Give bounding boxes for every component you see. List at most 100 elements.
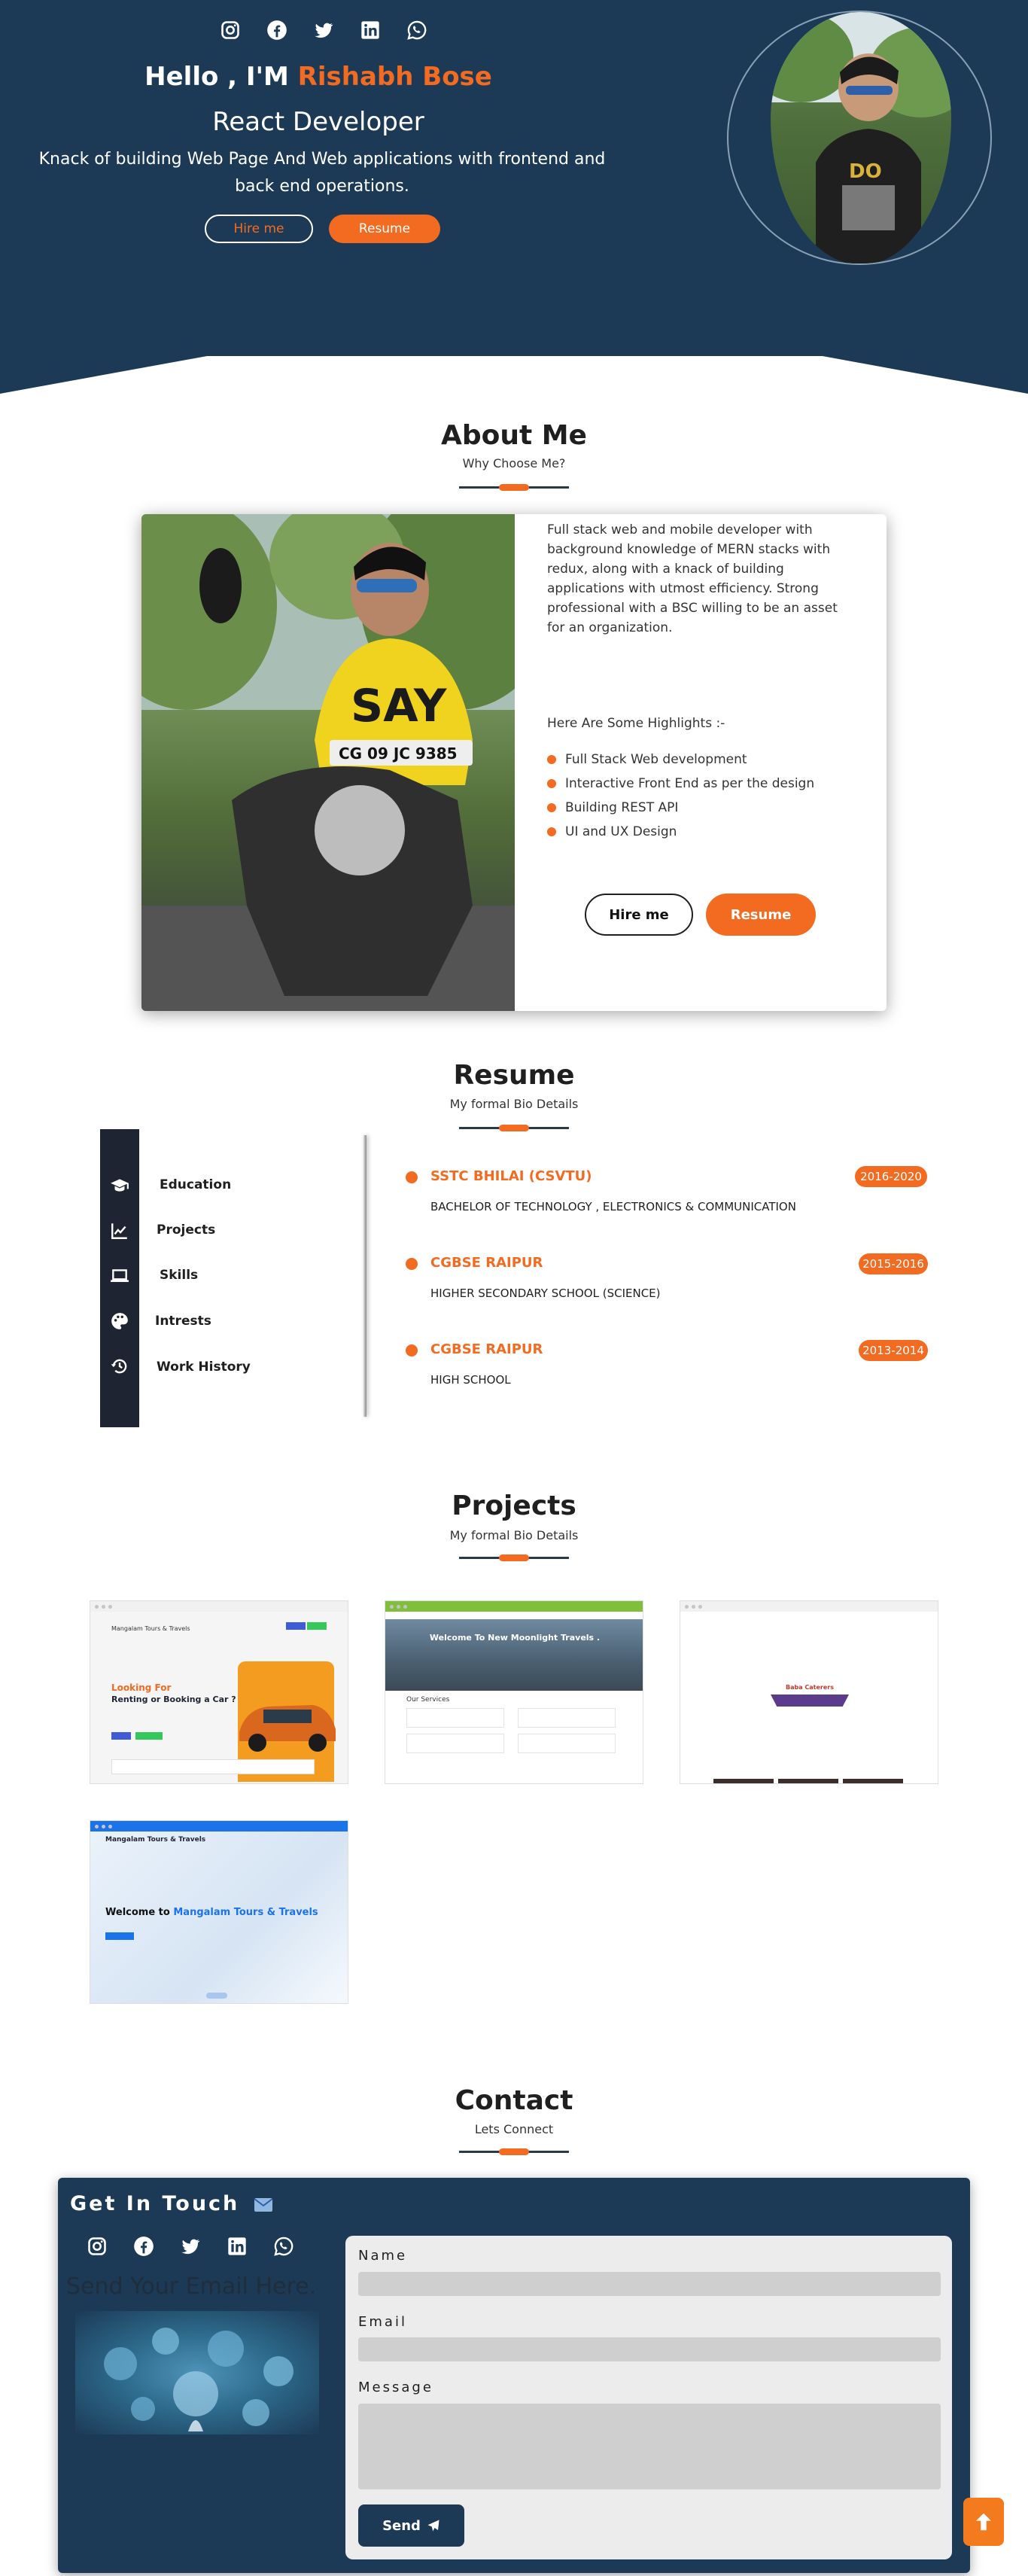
resume-title-underline — [459, 1125, 569, 1131]
projects-subtitle: My formal Bio Details — [449, 1528, 579, 1542]
about-highlights-list: Full Stack Web development Interactive F… — [547, 748, 814, 844]
bullet-icon — [547, 755, 556, 764]
hero-avatar-photo: DO — [771, 12, 951, 263]
project-search-strip — [111, 1759, 315, 1774]
timeline-dot — [406, 1258, 418, 1270]
about-subtitle: Why Choose Me? — [462, 456, 566, 470]
hero-avatar-ring: DO — [727, 11, 992, 265]
hero-wave-divider — [0, 356, 1028, 403]
resume-subtitle: My formal Bio Details — [449, 1097, 579, 1111]
facebook-icon[interactable] — [133, 2236, 154, 2257]
education-institute: CGBSE RAIPUR — [430, 1255, 543, 1271]
hero-resume-button[interactable]: Resume — [329, 215, 440, 243]
bullet-icon — [547, 827, 556, 836]
food-thumb — [778, 1779, 838, 1783]
about-resume-button[interactable]: Resume — [706, 894, 816, 936]
svg-text:CG 09 JC 9385: CG 09 JC 9385 — [339, 744, 458, 763]
bullet-icon — [547, 779, 556, 788]
whatsapp-icon[interactable] — [273, 2236, 294, 2257]
contact-title: Contact — [455, 2085, 573, 2116]
twitter-icon[interactable] — [180, 2236, 201, 2257]
resume-menu-projects[interactable]: Projects — [157, 1223, 215, 1238]
project-services-label: Our Services — [406, 1696, 450, 1704]
laptop-icon[interactable] — [107, 1263, 132, 1289]
project-card-moonlight-travels[interactable]: Welcome To New Moonlight Travels . Our S… — [385, 1600, 643, 1784]
list-item: Full Stack Web development — [547, 748, 814, 772]
graduation-cap-icon[interactable] — [107, 1173, 132, 1198]
caterers-ribbon — [771, 1694, 849, 1707]
project-heading-1: Looking For — [111, 1682, 172, 1693]
contact-card-title-text: Get In Touch — [70, 2192, 240, 2215]
project-card-mangalam-travels[interactable]: Mangalam Tours & Travels Welcome to Mang… — [90, 1820, 348, 2004]
message-label: Message — [358, 2380, 433, 2395]
facebook-icon[interactable] — [266, 20, 287, 41]
resume-menu-intrests[interactable]: Intrests — [155, 1314, 211, 1329]
timeline-dot — [406, 1344, 418, 1357]
hero-role: React Developer — [212, 107, 424, 137]
list-item: Building REST API — [547, 796, 814, 820]
resume-menu-education[interactable]: Education — [160, 1177, 231, 1192]
email-input[interactable] — [358, 2337, 941, 2361]
send-button[interactable]: Send — [358, 2504, 464, 2547]
chart-line-icon[interactable] — [107, 1218, 132, 1244]
highlight-text: Interactive Front End as per the design — [565, 776, 815, 791]
about-hire-button[interactable]: Hire me — [585, 894, 693, 936]
car-image — [239, 1705, 336, 1752]
project-card-mangalam-car[interactable]: Mangalam Tours & Travels Looking For Ren… — [90, 1600, 348, 1784]
hero-greeting-text: Hello , I'M — [144, 62, 289, 92]
hero-social-links — [220, 20, 427, 41]
linkedin-icon[interactable] — [360, 20, 381, 41]
project-welcome: Welcome to Mangalam Tours & Travels — [105, 1907, 318, 1918]
about-paragraph: Full stack web and mobile developer with… — [547, 522, 838, 635]
project-card-baba-caterers[interactable]: Baba Caterers — [680, 1600, 938, 1784]
project-brand: Mangalam Tours & Travels — [105, 1836, 206, 1844]
palette-icon[interactable] — [107, 1308, 132, 1334]
project-welcome-text: Welcome to — [105, 1907, 170, 1918]
hero-hire-button[interactable]: Hire me — [205, 215, 313, 243]
project-cta-chip — [135, 1732, 163, 1740]
education-degree: HIGH SCHOOL — [430, 1373, 511, 1387]
resume-menu-work-history[interactable]: Work History — [157, 1360, 251, 1375]
name-input[interactable] — [358, 2272, 941, 2296]
browser-chrome — [385, 1601, 643, 1612]
education-years-badge: 2015-2016 — [859, 1253, 928, 1274]
about-title-underline — [459, 484, 569, 491]
service-card — [518, 1734, 616, 1753]
message-textarea[interactable] — [358, 2404, 941, 2489]
about-title: About Me — [441, 420, 587, 451]
browser-chrome — [90, 1821, 348, 1832]
project-login-chip — [286, 1622, 306, 1630]
history-icon[interactable] — [107, 1353, 132, 1379]
about-card: SAY CG 09 JC 9385 Full stack web and mob… — [141, 514, 887, 1011]
project-cta-chip — [105, 1932, 134, 1940]
instagram-icon[interactable] — [220, 20, 241, 41]
food-thumb — [843, 1779, 903, 1783]
contact-email-hint: Send Your Email Here. — [66, 2273, 317, 2300]
food-thumb — [713, 1779, 774, 1783]
education-institute: CGBSE RAIPUR — [430, 1341, 543, 1357]
browser-chrome — [90, 1601, 348, 1612]
twitter-icon[interactable] — [313, 20, 334, 41]
contact-illustration — [75, 2311, 319, 2434]
contact-social-links — [87, 2236, 294, 2257]
project-signup-chip — [307, 1622, 327, 1630]
linkedin-icon[interactable] — [227, 2236, 248, 2257]
paper-plane-icon — [427, 2520, 439, 2532]
service-card — [406, 1734, 504, 1753]
list-item: Interactive Front End as per the design — [547, 772, 814, 796]
resume-menu-skills[interactable]: Skills — [160, 1268, 198, 1283]
whatsapp-icon[interactable] — [406, 20, 427, 41]
svg-text:DO: DO — [849, 160, 882, 183]
instagram-icon[interactable] — [87, 2236, 108, 2257]
name-label: Name — [358, 2248, 408, 2264]
arrow-up-icon — [976, 2513, 991, 2531]
project-brand: Baba Caterers — [785, 1684, 834, 1691]
projects-title: Projects — [452, 1490, 576, 1521]
svg-text:SAY: SAY — [351, 680, 448, 732]
contact-title-underline — [459, 2148, 569, 2155]
browser-chrome — [680, 1601, 938, 1612]
projects-title-underline — [459, 1554, 569, 1561]
scroll-to-top-button[interactable] — [963, 2498, 1004, 2546]
project-banner-text: Welcome To New Moonlight Travels . — [429, 1633, 601, 1643]
project-welcome-accent: Mangalam Tours & Travels — [173, 1907, 318, 1918]
